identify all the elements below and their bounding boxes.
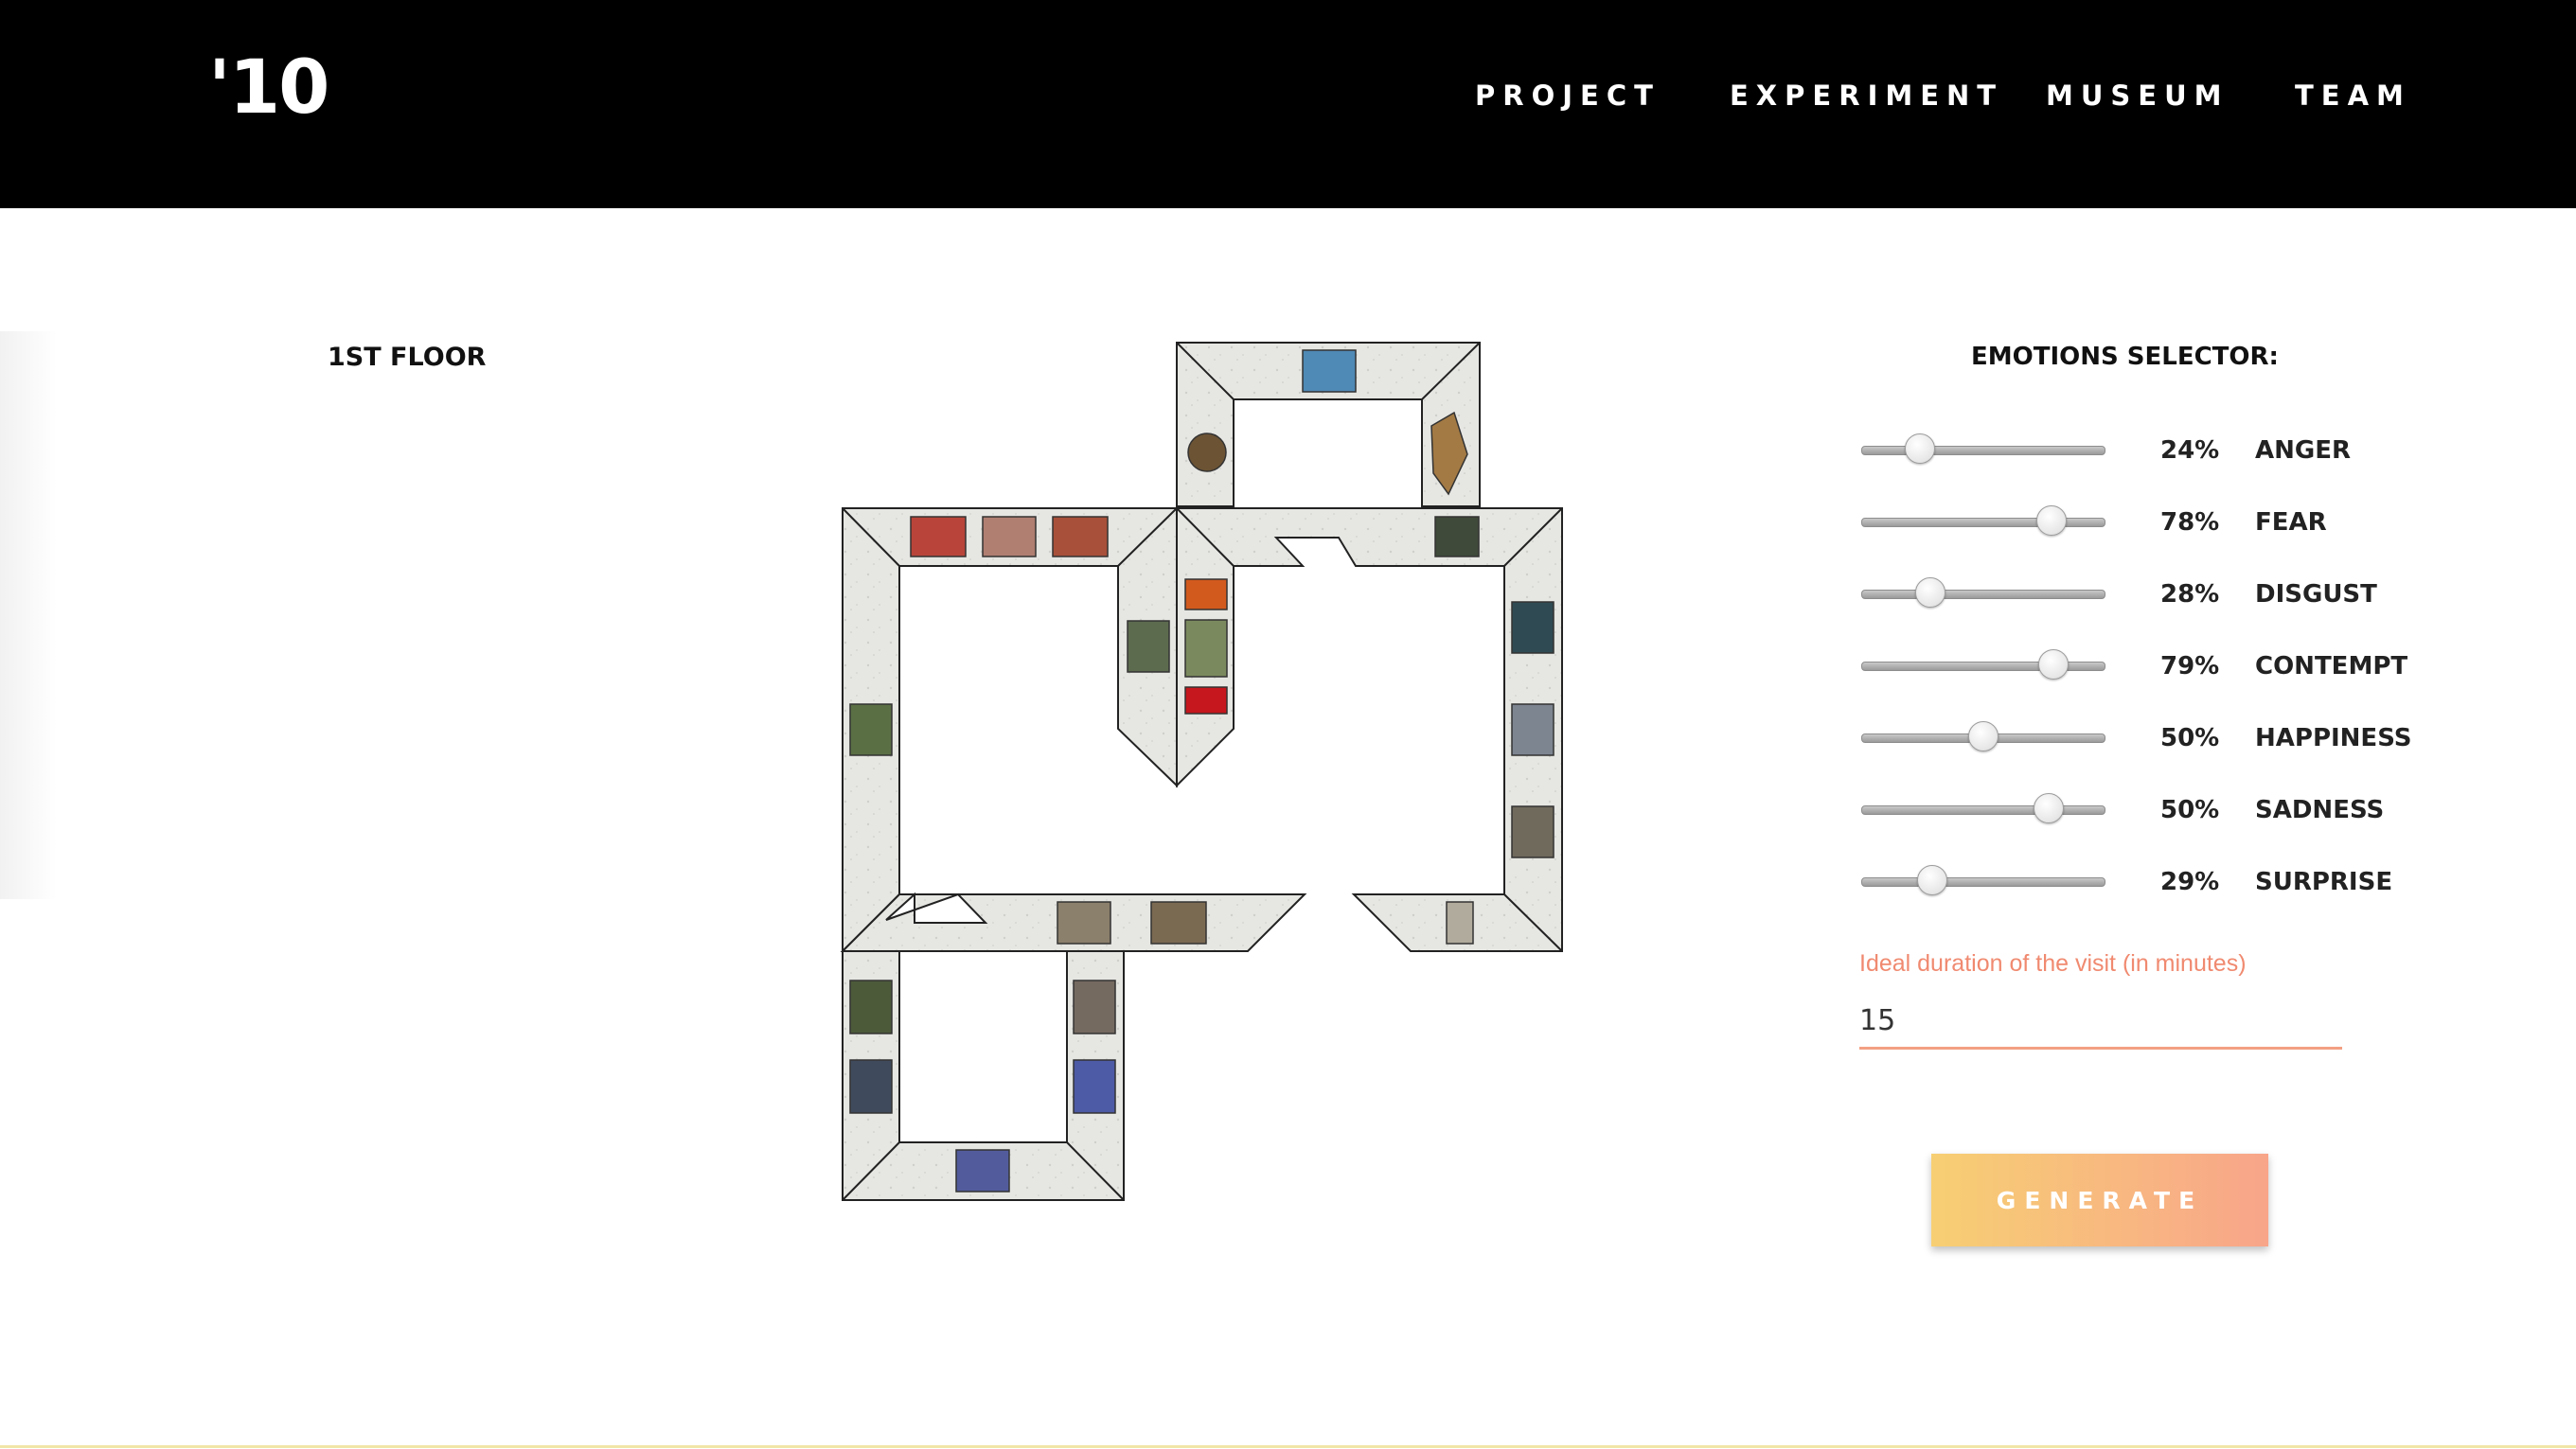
emotion-label: SURPRISE	[2255, 868, 2393, 896]
emotion-row-surprise: 29% SURPRISE	[1857, 861, 2425, 899]
emotion-slider-disgust[interactable]	[1861, 590, 2105, 599]
emotion-row-anger: 24% ANGER	[1857, 430, 2425, 468]
slider-handle[interactable]	[1905, 433, 1936, 464]
emotion-label: CONTEMPT	[2255, 652, 2408, 680]
slider-handle[interactable]	[1917, 865, 1948, 895]
emotion-row-disgust: 28% DISGUST	[1857, 574, 2425, 611]
emotion-percent: 50%	[2160, 724, 2220, 752]
slider-handle[interactable]	[1968, 721, 1999, 751]
emotion-percent: 24%	[2160, 436, 2220, 465]
footer-divider	[0, 1445, 2576, 1448]
emotion-slider-anger[interactable]	[1861, 446, 2105, 455]
site-logo[interactable]: '10	[208, 45, 329, 131]
emotion-percent: 28%	[2160, 580, 2220, 609]
emotion-label: FEAR	[2255, 508, 2327, 537]
emotions-selector-title: EMOTIONS SELECTOR:	[1971, 343, 2279, 371]
emotion-label: DISGUST	[2255, 580, 2377, 609]
generate-button[interactable]: GENERATE	[1931, 1154, 2268, 1246]
slider-handle[interactable]	[1914, 577, 1945, 608]
duration-label: Ideal duration of the visit (in minutes)	[1859, 950, 2247, 977]
emotion-row-sadness: 50% SADNESS	[1857, 789, 2425, 827]
side-panel-edge	[0, 331, 57, 899]
nav-link-team[interactable]: TEAM	[2295, 80, 2411, 112]
emotion-percent: 78%	[2160, 508, 2220, 537]
emotion-label: SADNESS	[2255, 796, 2385, 824]
emotion-percent: 29%	[2160, 868, 2220, 896]
emotion-slider-fear[interactable]	[1861, 518, 2105, 527]
nav-link-museum[interactable]: MUSEUM	[2046, 80, 2230, 112]
emotion-row-fear: 78% FEAR	[1857, 502, 2425, 539]
slider-handle[interactable]	[2035, 505, 2067, 536]
emotion-percent: 79%	[2160, 652, 2220, 680]
emotion-slider-surprise[interactable]	[1861, 877, 2105, 887]
emotion-row-happiness: 50% HAPPINESS	[1857, 717, 2425, 755]
slider-handle[interactable]	[2038, 649, 2070, 680]
emotion-label: HAPPINESS	[2255, 724, 2412, 752]
nav-link-experiment[interactable]: EXPERIMENT	[1730, 80, 2003, 112]
duration-input[interactable]	[1859, 994, 2342, 1050]
slider-handle[interactable]	[2034, 793, 2065, 823]
emotion-label: ANGER	[2255, 436, 2352, 465]
top-navigation-bar: '10 PROJECT EXPERIMENT MUSEUM TEAM	[0, 0, 2576, 208]
emotion-row-contempt: 79% CONTEMPT	[1857, 645, 2425, 683]
museum-floor-map	[840, 342, 1563, 1201]
emotion-slider-contempt[interactable]	[1861, 662, 2105, 671]
nav-link-project[interactable]: PROJECT	[1475, 80, 1661, 112]
floor-label: 1ST FLOOR	[328, 343, 487, 372]
emotion-slider-sadness[interactable]	[1861, 805, 2105, 815]
emotion-percent: 50%	[2160, 796, 2220, 824]
